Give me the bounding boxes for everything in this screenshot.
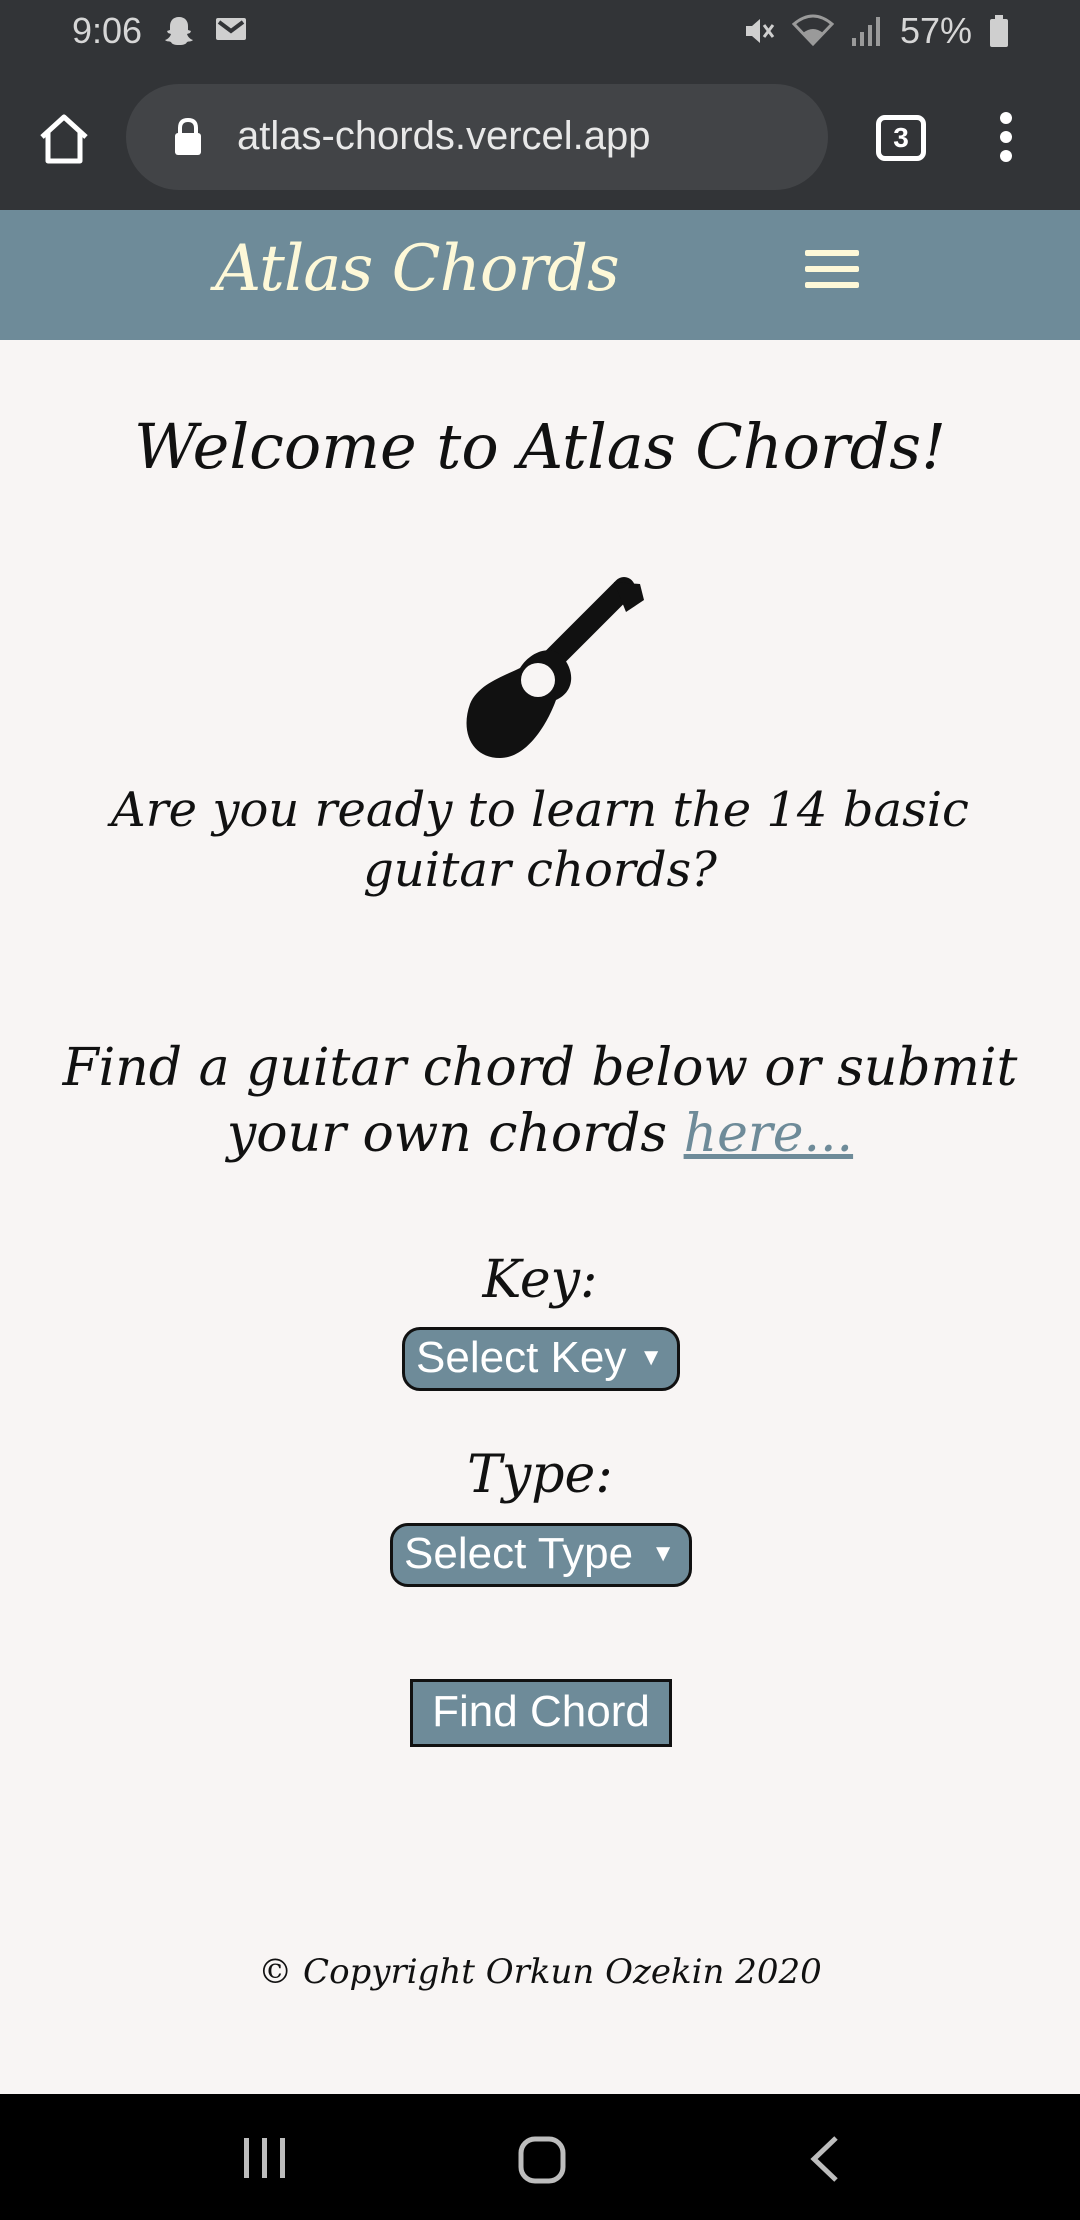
recent-apps-icon[interactable] (242, 2136, 288, 2180)
type-select-value: Select Type (404, 1529, 634, 1578)
status-right-icons: 57% (742, 10, 1010, 52)
battery-icon (990, 15, 1008, 47)
status-bar: 9:06 57% (0, 0, 1080, 64)
find-chord-intro: Find a guitar chord below or submit your… (40, 1035, 1040, 1167)
find-chord-text: Find a guitar chord below or submit your… (62, 1038, 1018, 1164)
intro-question: Are you ready to learn the 14 basic guit… (111, 782, 969, 898)
guitar-icon (466, 577, 644, 758)
page-title: Welcome to Atlas Chords! (133, 410, 947, 483)
status-time: 9:06 (72, 10, 143, 51)
lock-icon (175, 117, 201, 155)
system-home-icon[interactable] (518, 2136, 566, 2184)
submit-chords-link[interactable]: here... (684, 1104, 853, 1164)
address-bar[interactable]: atlas-chords.vercel.app (126, 84, 828, 190)
browser-menu-icon[interactable] (996, 112, 1016, 164)
hamburger-menu-icon[interactable] (805, 250, 859, 296)
system-nav-bar (0, 2094, 1080, 2220)
back-icon[interactable] (808, 2134, 842, 2184)
copyright-text: © Copyright Orkun Ozekin 2020 (258, 1952, 822, 1992)
signal-icon (851, 17, 880, 46)
type-label: Type: (467, 1445, 613, 1505)
find-chord-button[interactable]: Find Chord (410, 1679, 672, 1747)
gmail-icon (216, 18, 246, 40)
type-select[interactable]: Select Type ▼ (390, 1523, 692, 1587)
dropdown-arrow-icon: ▼ (651, 1540, 675, 1567)
wifi-icon (791, 14, 834, 47)
browser-toolbar: atlas-chords.vercel.app 3 (0, 64, 1080, 210)
key-select[interactable]: Select Key ▼ (402, 1327, 680, 1391)
key-select-value: Select Key (416, 1333, 627, 1382)
mute-icon (745, 19, 775, 43)
battery-percent: 57% (899, 10, 972, 51)
home-icon[interactable] (34, 109, 94, 169)
tab-switcher-button[interactable]: 3 (876, 115, 926, 161)
dropdown-arrow-icon: ▼ (639, 1344, 663, 1371)
key-label: Key: (482, 1250, 598, 1310)
snapchat-icon (165, 17, 193, 45)
site-navbar: Atlas Chords (0, 210, 1080, 340)
url-text: atlas-chords.vercel.app (237, 114, 651, 158)
notification-icons (162, 14, 248, 48)
brand-logo[interactable]: Atlas Chords (215, 232, 620, 306)
